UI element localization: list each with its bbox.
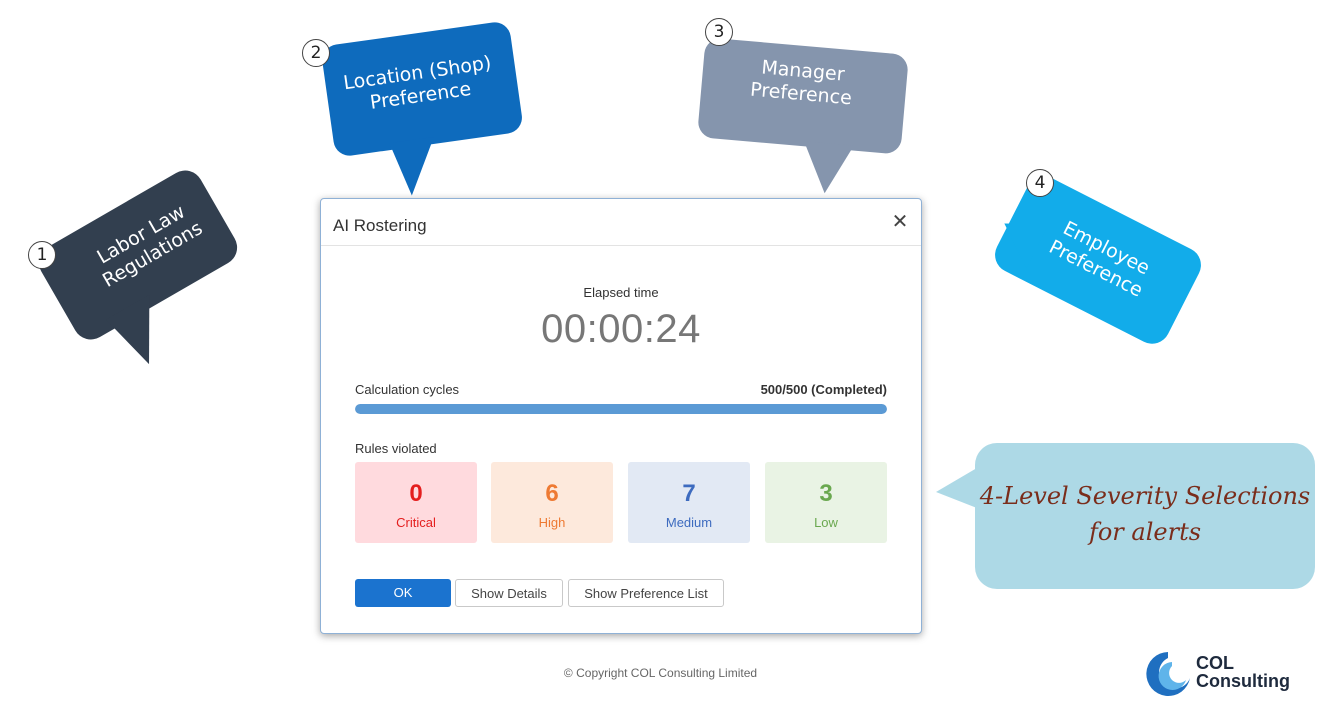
severity-count: 7 [682, 480, 696, 507]
severity-card-low[interactable]: 3 Low [765, 462, 887, 543]
severity-label: Critical [396, 515, 436, 530]
col-consulting-logo [1142, 648, 1194, 696]
logo-line1: COL [1196, 653, 1234, 673]
badge-3: 3 [705, 18, 733, 46]
dialog-title: AI Rostering [333, 216, 427, 235]
callout-location-preference: Location (Shop) Preference [310, 10, 530, 196]
severity-label: Low [814, 515, 838, 530]
rules-violated-label: Rules violated [355, 441, 437, 456]
callout-manager-preference: Manager Preference [690, 30, 920, 194]
severity-cards: 0 Critical 6 High 7 Medium 3 Low [355, 462, 887, 543]
close-button[interactable]: ✕ [891, 211, 909, 233]
calculation-cycles-value: 500/500 (Completed) [760, 382, 887, 397]
badge-2: 2 [302, 39, 330, 67]
progress-bar-fill [355, 404, 887, 414]
severity-count: 6 [545, 480, 559, 507]
severity-count: 3 [819, 480, 833, 507]
badge-4: 4 [1026, 169, 1054, 197]
badge-1: 1 [28, 241, 56, 269]
ok-button[interactable]: OK [355, 579, 451, 607]
severity-line1: 4-Level Severity Selections [979, 482, 1311, 510]
ai-rostering-dialog: AI Rostering ✕ Elapsed time 00:00:24 Cal… [320, 198, 922, 634]
close-icon: ✕ [891, 211, 909, 233]
elapsed-time-value: 00:00:24 [541, 307, 701, 351]
severity-card-critical[interactable]: 0 Critical [355, 462, 477, 543]
severity-line2: for alerts [1088, 518, 1202, 546]
calculation-cycles-label: Calculation cycles [355, 382, 460, 397]
logo-swirl-icon [1146, 652, 1190, 696]
progress-bar [355, 404, 887, 414]
elapsed-time-label: Elapsed time [583, 285, 659, 300]
logo-text: COL Consulting [1196, 654, 1290, 690]
severity-card-medium[interactable]: 7 Medium [628, 462, 750, 543]
severity-callout-text: 4-Level Severity Selections for alerts [975, 478, 1315, 550]
copyright-text: © Copyright COL Consulting Limited [563, 666, 758, 680]
severity-count: 0 [409, 480, 423, 507]
callout-employee-preference: Employee Preference [980, 170, 1220, 360]
logo-line2: Consulting [1196, 671, 1290, 691]
dialog-header: AI Rostering ✕ [321, 199, 921, 246]
show-preference-list-button[interactable]: Show Preference List [568, 579, 724, 607]
severity-label: High [538, 515, 566, 530]
severity-card-high[interactable]: 6 High [491, 462, 613, 543]
show-details-button[interactable]: Show Details [455, 579, 563, 607]
severity-label: Medium [665, 515, 713, 530]
callout-labor-law: Labor Law Regulations [30, 160, 260, 365]
